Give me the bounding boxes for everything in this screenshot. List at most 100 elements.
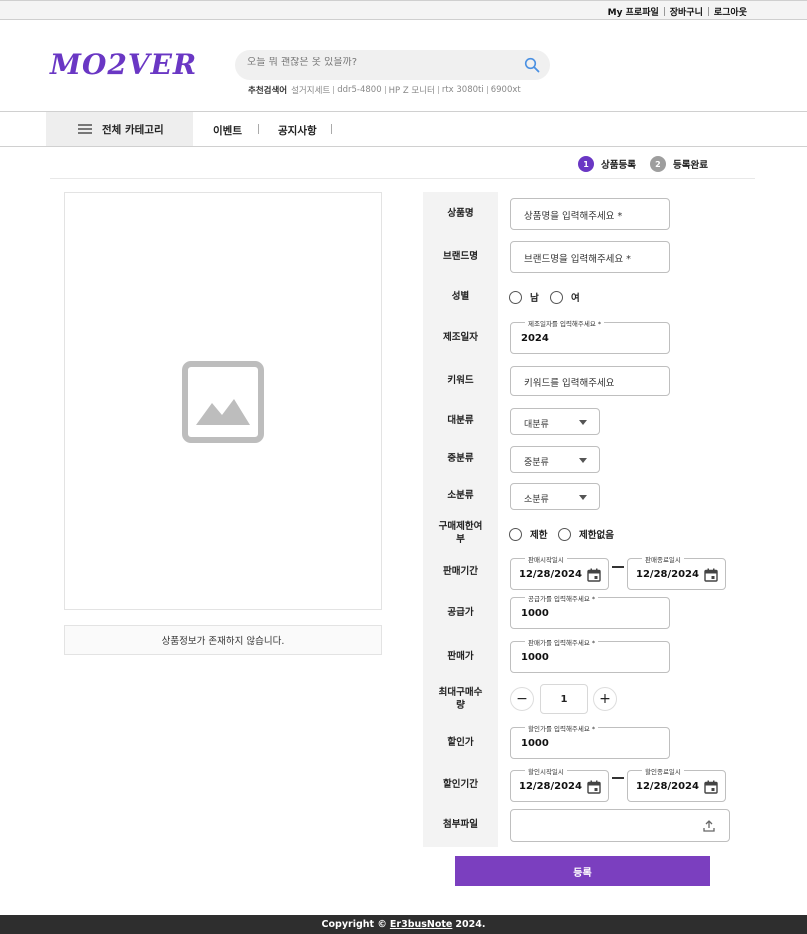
calendar-icon[interactable] bbox=[704, 568, 718, 582]
gender-radio-male[interactable]: 남 bbox=[509, 290, 539, 304]
recommended-keywords: 추천검색어 설거지세트 ddr5-4800 HP Z 모니터 rtx 3080t… bbox=[248, 84, 521, 96]
footer: Copyright © Er3busNote 2024. bbox=[0, 915, 807, 934]
product-name-placeholder: 상품명을 입력해주세요 * bbox=[524, 211, 623, 222]
upload-icon[interactable] bbox=[702, 819, 716, 833]
radio-icon bbox=[558, 527, 571, 541]
middle-category-select[interactable]: 중분류 bbox=[510, 446, 600, 473]
attachment-file-input[interactable] bbox=[510, 809, 730, 842]
sale-price-input[interactable]: 판매가를 입력해주세요 * 1000 bbox=[510, 637, 670, 673]
keyword-input[interactable]: 키워드를 입력해주세요 bbox=[510, 366, 670, 396]
divider bbox=[258, 124, 259, 134]
search-icon[interactable] bbox=[524, 57, 540, 73]
site-logo[interactable]: MO2VER bbox=[50, 48, 197, 81]
search-box bbox=[235, 50, 550, 80]
divider bbox=[437, 86, 439, 94]
radio-label: 제한 bbox=[530, 530, 548, 541]
divider bbox=[486, 86, 488, 94]
supply-price-legend: 공급가를 입력해주세요 * bbox=[525, 593, 599, 603]
logout-link[interactable]: 로그아웃 bbox=[714, 5, 747, 18]
discount-start-value: 12/28/2024 bbox=[519, 781, 582, 792]
nav-item-events[interactable]: 이벤트 bbox=[213, 123, 242, 138]
label-minor-category: 소분류 bbox=[447, 490, 474, 501]
step-indicator: 1 상품등록 2 등록완료 bbox=[578, 156, 708, 172]
image-placeholder-icon bbox=[182, 361, 264, 443]
recommend-keyword[interactable]: HP Z 모니터 bbox=[389, 84, 435, 96]
recommend-keyword[interactable]: rtx 3080ti bbox=[442, 85, 484, 95]
label-line: 량 bbox=[456, 700, 465, 711]
step-2-label: 등록완료 bbox=[672, 160, 708, 171]
brand-input[interactable]: 브랜드명을 입력해주세요 * bbox=[510, 241, 670, 273]
search-input[interactable] bbox=[247, 57, 517, 68]
major-category-select[interactable]: 대분류 bbox=[510, 408, 600, 435]
label-sale-price: 판매가 bbox=[447, 651, 474, 662]
step-1-label: 상품등록 bbox=[601, 160, 636, 171]
select-value: 소분류 bbox=[524, 495, 549, 505]
calendar-icon[interactable] bbox=[704, 780, 718, 794]
label-max-quantity: 최대구매수 량 bbox=[423, 686, 498, 712]
calendar-icon[interactable] bbox=[587, 568, 601, 582]
label-supply-price: 공급가 bbox=[447, 607, 474, 618]
nav-item-notices[interactable]: 공지사항 bbox=[278, 123, 317, 138]
utility-links: My 프로파일 장바구니 로그아웃 bbox=[608, 5, 747, 18]
main-nav: 전체 카테고리 이벤트 공지사항 bbox=[0, 112, 807, 147]
cart-link[interactable]: 장바구니 bbox=[670, 5, 703, 18]
range-dash bbox=[612, 777, 624, 779]
submit-button[interactable]: 등록 bbox=[455, 856, 710, 886]
site-header: MO2VER 추천검색어 설거지세트 ddr5-4800 HP Z 모니터 rt… bbox=[0, 20, 807, 112]
hamburger-icon bbox=[78, 122, 92, 136]
discount-start-date-input[interactable]: 할인시작일시 12/28/2024 bbox=[510, 766, 609, 802]
recommend-label: 추천검색어 bbox=[248, 86, 288, 96]
discount-end-date-input[interactable]: 할인종료일시 12/28/2024 bbox=[627, 766, 726, 802]
range-dash bbox=[612, 566, 624, 568]
sale-end-date-input[interactable]: 판매종료일시 12/28/2024 bbox=[627, 554, 726, 590]
limit-radio-limited[interactable]: 제한 bbox=[509, 527, 547, 541]
select-value: 중분류 bbox=[524, 458, 549, 468]
discount-start-legend: 할인시작일시 bbox=[525, 766, 567, 776]
limit-radio-unlimited[interactable]: 제한없음 bbox=[558, 527, 614, 541]
recommend-keyword[interactable]: ddr5-4800 bbox=[337, 85, 381, 95]
calendar-icon[interactable] bbox=[587, 780, 601, 794]
quantity-increase-button[interactable]: + bbox=[593, 687, 617, 711]
quantity-decrease-button[interactable]: − bbox=[510, 687, 534, 711]
my-profile-link[interactable]: My 프로파일 bbox=[608, 5, 659, 18]
discount-end-value: 12/28/2024 bbox=[636, 781, 699, 792]
discount-price-value: 1000 bbox=[521, 738, 549, 749]
mfg-date-input[interactable]: 제조일자를 입력해주세요 * 2024 bbox=[510, 318, 670, 354]
label-gender: 성별 bbox=[451, 291, 470, 302]
radio-label: 남 bbox=[530, 293, 539, 304]
footer-year: 2024. bbox=[455, 919, 486, 930]
supply-price-input[interactable]: 공급가를 입력해주세요 * 1000 bbox=[510, 593, 670, 629]
divider bbox=[50, 178, 755, 179]
discount-price-input[interactable]: 할인가를 입력해주세요 * 1000 bbox=[510, 723, 670, 759]
sale-start-date-input[interactable]: 판매시작일시 12/28/2024 bbox=[510, 554, 609, 590]
all-categories-label: 전체 카테고리 bbox=[102, 123, 164, 136]
brand-placeholder: 브랜드명을 입력해주세요 * bbox=[524, 254, 631, 265]
product-name-input[interactable]: 상품명을 입력해주세요 * bbox=[510, 198, 670, 230]
divider bbox=[707, 7, 709, 16]
discount-end-legend: 할인종료일시 bbox=[642, 766, 684, 776]
label-discount-price: 할인가 bbox=[447, 737, 474, 748]
radio-label: 여 bbox=[571, 293, 580, 304]
sale-start-value: 12/28/2024 bbox=[519, 569, 582, 580]
recommend-keyword[interactable]: 설거지세트 bbox=[291, 84, 330, 96]
sale-start-legend: 판매시작일시 bbox=[525, 554, 567, 564]
label-line: 부 bbox=[456, 534, 465, 545]
mfg-date-legend: 제조일자를 입력해주세요 * bbox=[525, 318, 605, 328]
divider bbox=[384, 86, 386, 94]
dropdown-arrow-icon bbox=[579, 458, 587, 463]
label-mfg-date: 제조일자 bbox=[443, 332, 478, 343]
divider bbox=[333, 86, 335, 94]
recommend-keyword[interactable]: 6900xt bbox=[491, 85, 521, 95]
keyword-placeholder: 키워드를 입력해주세요 bbox=[524, 378, 615, 389]
label-line: 구매제한여 bbox=[438, 521, 483, 532]
label-major-category: 대분류 bbox=[447, 415, 474, 426]
minor-category-select[interactable]: 소분류 bbox=[510, 483, 600, 510]
quantity-value[interactable]: 1 bbox=[540, 684, 588, 714]
all-categories-button[interactable]: 전체 카테고리 bbox=[46, 112, 193, 146]
footer-author-link[interactable]: Er3busNote bbox=[390, 919, 452, 930]
divider bbox=[663, 7, 665, 16]
sale-price-legend: 판매가를 입력해주세요 * bbox=[525, 637, 599, 647]
dropdown-arrow-icon bbox=[579, 495, 587, 500]
gender-radio-female[interactable]: 여 bbox=[550, 290, 580, 304]
product-image-preview bbox=[64, 192, 382, 610]
